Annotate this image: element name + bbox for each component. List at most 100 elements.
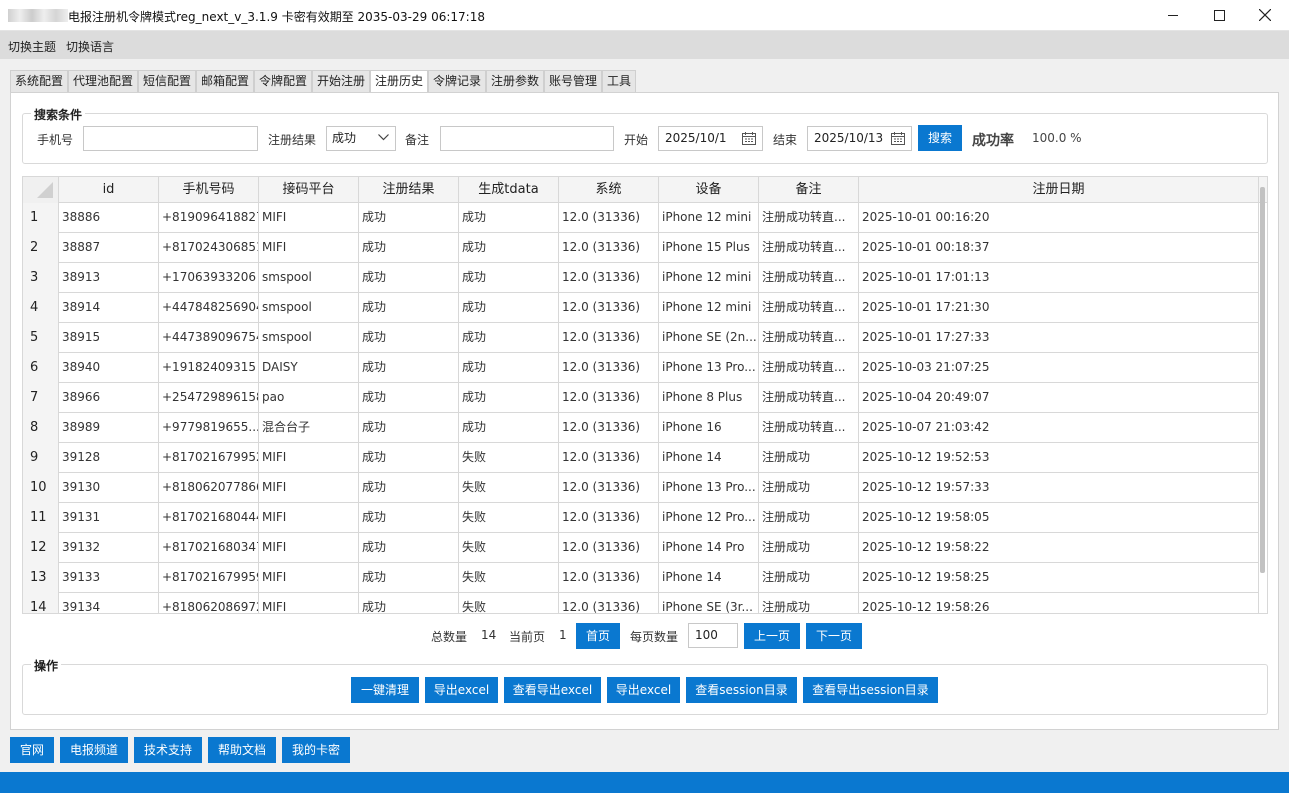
cell-phone[interactable]: +447848256904	[159, 293, 259, 323]
cell-tdata[interactable]: 成功	[459, 413, 559, 443]
cell-system[interactable]: 12.0 (31336)	[559, 383, 659, 413]
cell-phone[interactable]: +817021679952	[159, 443, 259, 473]
table-row[interactable]: 4 38914 +447848256904 smspool 成功 成功 12.0 (3133…	[23, 293, 1259, 323]
cell-note[interactable]: 注册成功	[759, 503, 859, 533]
cell-device[interactable]: iPhone 14	[659, 563, 759, 593]
cell-tdata[interactable]: 失败	[459, 563, 559, 593]
cell-date[interactable]: 2025-10-01 00:16:20	[859, 203, 1259, 233]
cell-system[interactable]: 12.0 (31336)	[559, 563, 659, 593]
cell-phone[interactable]: +819096418827	[159, 203, 259, 233]
cell-platform[interactable]: smspool	[259, 323, 359, 353]
cell-note[interactable]: 注册成功转直...	[759, 323, 859, 353]
calendar-icon[interactable]	[891, 132, 905, 145]
cell-phone[interactable]: +17063933206	[159, 263, 259, 293]
cell-tdata[interactable]: 成功	[459, 383, 559, 413]
cell-result[interactable]: 成功	[359, 593, 459, 613]
cell-id[interactable]: 38914	[59, 293, 159, 323]
cell-note[interactable]: 注册成功转直...	[759, 203, 859, 233]
cell-note[interactable]: 注册成功转直...	[759, 233, 859, 263]
note-input[interactable]	[440, 126, 614, 151]
cell-system[interactable]: 12.0 (31336)	[559, 503, 659, 533]
cell-id[interactable]: 39134	[59, 593, 159, 613]
cell-result[interactable]: 成功	[359, 293, 459, 323]
row-number[interactable]: 9	[23, 443, 59, 473]
cell-note[interactable]: 注册成功	[759, 563, 859, 593]
tech-support-button[interactable]: 技术支持	[134, 737, 202, 763]
per-page-input[interactable]: 100	[688, 623, 738, 648]
cell-platform[interactable]: smspool	[259, 263, 359, 293]
cell-id[interactable]: 38913	[59, 263, 159, 293]
cell-date[interactable]: 2025-10-01 17:01:13	[859, 263, 1259, 293]
table-row[interactable]: 11 39131 +817021680444 MIFI 成功 失败 12.0 (31336)…	[23, 503, 1259, 533]
column-header-phone[interactable]: 手机号码	[159, 177, 259, 203]
export-excel-button[interactable]: 导出excel	[425, 677, 498, 703]
cell-id[interactable]: 38989	[59, 413, 159, 443]
cell-tdata[interactable]: 成功	[459, 233, 559, 263]
cell-platform[interactable]: MIFI	[259, 563, 359, 593]
cell-tdata[interactable]: 失败	[459, 533, 559, 563]
cell-date[interactable]: 2025-10-12 19:57:33	[859, 473, 1259, 503]
minimize-button[interactable]	[1150, 0, 1196, 31]
cell-system[interactable]: 12.0 (31336)	[559, 413, 659, 443]
view-export-session-folder-button[interactable]: 查看导出session目录	[803, 677, 938, 703]
cell-phone[interactable]: +447389096754	[159, 323, 259, 353]
cell-system[interactable]: 12.0 (31336)	[559, 353, 659, 383]
cell-date[interactable]: 2025-10-12 19:58:05	[859, 503, 1259, 533]
cell-system[interactable]: 12.0 (31336)	[559, 293, 659, 323]
row-number[interactable]: 5	[23, 323, 59, 353]
cell-id[interactable]: 38915	[59, 323, 159, 353]
cell-note[interactable]: 注册成功转直...	[759, 293, 859, 323]
cell-note[interactable]: 注册成功转直...	[759, 353, 859, 383]
cell-tdata[interactable]: 成功	[459, 323, 559, 353]
cell-device[interactable]: iPhone 12 mini	[659, 293, 759, 323]
tab-email-config[interactable]: 邮箱配置	[196, 70, 255, 92]
cell-date[interactable]: 2025-10-01 17:27:33	[859, 323, 1259, 353]
tab-token-config[interactable]: 令牌配置	[254, 70, 313, 92]
cell-system[interactable]: 12.0 (31336)	[559, 203, 659, 233]
cell-phone[interactable]: +818062086972	[159, 593, 259, 613]
cell-id[interactable]: 38940	[59, 353, 159, 383]
table-row[interactable]: 6 38940 +19182409315 DAISY 成功 成功 12.0 (31336) i…	[23, 353, 1259, 383]
row-number[interactable]: 4	[23, 293, 59, 323]
cell-platform[interactable]: MIFI	[259, 233, 359, 263]
cell-system[interactable]: 12.0 (31336)	[559, 323, 659, 353]
cell-id[interactable]: 39132	[59, 533, 159, 563]
cell-system[interactable]: 12.0 (31336)	[559, 263, 659, 293]
cell-date[interactable]: 2025-10-12 19:58:25	[859, 563, 1259, 593]
table-row[interactable]: 5 38915 +447389096754 smspool 成功 成功 12.0 (3133…	[23, 323, 1259, 353]
cell-date[interactable]: 2025-10-01 17:21:30	[859, 293, 1259, 323]
cell-platform[interactable]: 混合台子	[259, 413, 359, 443]
cell-device[interactable]: iPhone 16	[659, 413, 759, 443]
first-page-button[interactable]: 首页	[576, 623, 620, 649]
table-row[interactable]: 2 38887 +817024306851 MIFI 成功 成功 12.0 (31336) i…	[23, 233, 1259, 263]
cell-id[interactable]: 38887	[59, 233, 159, 263]
column-header-system[interactable]: 系统	[559, 177, 659, 203]
table-row[interactable]: 10 39130 +818062077866 MIFI 成功 失败 12.0 (31336)…	[23, 473, 1259, 503]
cell-note[interactable]: 注册成功	[759, 473, 859, 503]
menu-switch-language[interactable]: 切换语言	[66, 38, 114, 55]
cell-phone[interactable]: +817021680444	[159, 503, 259, 533]
cell-tdata[interactable]: 失败	[459, 473, 559, 503]
cell-platform[interactable]: MIFI	[259, 443, 359, 473]
cell-tdata[interactable]: 失败	[459, 593, 559, 613]
history-table[interactable]: id 手机号码 接码平台 注册结果 生成tdata 系统 设备 备注 注册日期 …	[22, 176, 1268, 614]
tab-register-history[interactable]: 注册历史	[370, 70, 429, 93]
cell-tdata[interactable]: 成功	[459, 293, 559, 323]
cell-result[interactable]: 成功	[359, 383, 459, 413]
tab-register-params[interactable]: 注册参数	[486, 70, 545, 92]
cell-device[interactable]: iPhone 13 Pro...	[659, 473, 759, 503]
column-header-note[interactable]: 备注	[759, 177, 859, 203]
view-export-excel-button[interactable]: 查看导出excel	[504, 677, 601, 703]
next-page-button[interactable]: 下一页	[806, 623, 862, 649]
view-session-folder-button[interactable]: 查看session目录	[686, 677, 797, 703]
menu-switch-theme[interactable]: 切换主题	[8, 38, 56, 55]
cell-tdata[interactable]: 成功	[459, 263, 559, 293]
cell-note[interactable]: 注册成功	[759, 593, 859, 613]
tab-token-records[interactable]: 令牌记录	[428, 70, 487, 92]
table-row[interactable]: 8 38989 +9779819655... 混合台子 成功 成功 12.0 (31336)…	[23, 413, 1259, 443]
column-header-tdata[interactable]: 生成tdata	[459, 177, 559, 203]
cell-result[interactable]: 成功	[359, 563, 459, 593]
table-row[interactable]: 7 38966 +254729896158 pao 成功 成功 12.0 (31336) iP…	[23, 383, 1259, 413]
cell-platform[interactable]: MIFI	[259, 503, 359, 533]
cell-date[interactable]: 2025-10-01 00:18:37	[859, 233, 1259, 263]
